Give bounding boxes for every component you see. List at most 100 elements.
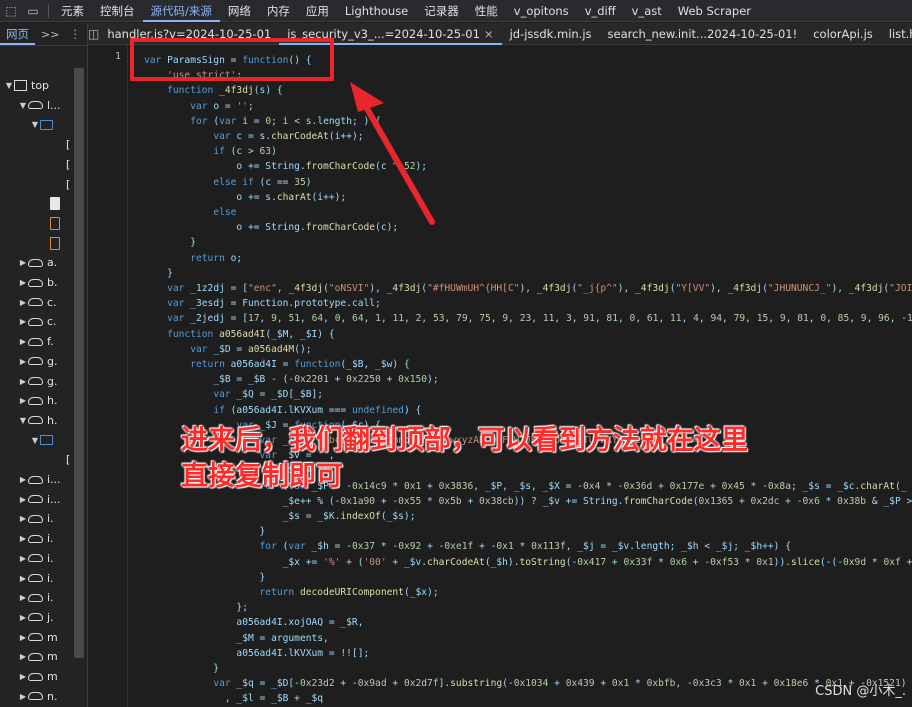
- code-line[interactable]: }: [144, 266, 173, 281]
- code-line[interactable]: o += s.charAt(i++);: [144, 190, 346, 205]
- code-line[interactable]: var _2jedj = [17, 9, 51, 64, 0, 64, 1, 1…: [144, 311, 912, 326]
- code-line[interactable]: function _4f3dj(s) {: [144, 83, 283, 98]
- chevron-right-icon[interactable]: ▶: [18, 514, 28, 523]
- tree-item[interactable]: ▶ i.: [18, 588, 54, 607]
- tree-item[interactable]: ▼ h.: [18, 411, 58, 430]
- chevron-right-icon[interactable]: ▶: [18, 278, 28, 287]
- code-line[interactable]: _$e++ % (-0x1a90 + -0x55 * 0x5b + 0x38cb…: [144, 494, 912, 509]
- chevron-right-icon[interactable]: ▶: [18, 574, 28, 583]
- tree-item[interactable]: ▶ m: [18, 667, 58, 686]
- tab-9[interactable]: v_opitons: [506, 0, 577, 22]
- tree-item[interactable]: ▶ f.: [18, 332, 54, 351]
- chevron-down-icon[interactable]: ▼: [30, 120, 40, 129]
- chevron-right-icon[interactable]: ▶: [18, 613, 28, 622]
- code-line[interactable]: else: [144, 205, 236, 220]
- tree-item[interactable]: ▶ i.: [18, 549, 54, 568]
- tab-3[interactable]: 网络: [220, 0, 259, 22]
- chevron-right-icon[interactable]: ▶: [18, 258, 28, 267]
- code-line[interactable]: var _$Q = _$D[_$B];: [144, 387, 323, 402]
- code-line[interactable]: return decodeURIComponent(_$x);: [144, 585, 439, 600]
- code-line[interactable]: var _1z2dj = ["enc", _4f3dj("oNSVI"), _4…: [144, 281, 912, 296]
- chevron-right-icon[interactable]: ▶: [18, 317, 28, 326]
- chevron-right-icon[interactable]: ▶: [18, 593, 28, 602]
- tree-item[interactable]: ▶ a.: [18, 253, 57, 272]
- more-tabs-button[interactable]: >>: [41, 28, 59, 41]
- tab-8[interactable]: 性能: [467, 0, 506, 22]
- code-line[interactable]: var _$D = a056ad4M();: [144, 342, 311, 357]
- tree-item[interactable]: ▼ top: [4, 76, 49, 95]
- code-line[interactable]: }: [144, 524, 266, 539]
- code-line[interactable]: o += String.fromCharCode(c);: [144, 220, 398, 235]
- chevron-right-icon[interactable]: ▶: [18, 475, 28, 484]
- tab-12[interactable]: Web Scraper: [670, 0, 759, 22]
- code-line[interactable]: return a056ad4I = function(_$B, _$w) {: [144, 357, 410, 372]
- tab-10[interactable]: v_diff: [577, 0, 624, 22]
- code-line[interactable]: o += String.fromCharCode(c ^ 52);: [144, 159, 427, 174]
- code-line[interactable]: , _$l = _$B + _$q: [144, 691, 323, 706]
- chevron-down-icon[interactable]: ▼: [18, 101, 28, 110]
- chevron-right-icon[interactable]: ▶: [18, 396, 28, 405]
- code-line[interactable]: for (var _$h = -0x37 * -0x92 + -0xe1f + …: [144, 539, 791, 554]
- tree-item[interactable]: [40, 234, 64, 253]
- code-line[interactable]: var _$q = _$D[-0x23d2 + -0x9ad + 0x2d7f]…: [144, 676, 906, 691]
- file-tab[interactable]: search_new.init...2024-10-25-01!: [600, 23, 806, 45]
- chevron-right-icon[interactable]: ▶: [18, 495, 28, 504]
- code-line[interactable]: for (var i = 0; i < s.length; ) {: [144, 114, 381, 129]
- code-line[interactable]: _$M = arguments,: [144, 631, 328, 646]
- code-line[interactable]: else if (c == 35): [144, 175, 311, 190]
- navigator-scrollbar[interactable]: [74, 68, 84, 658]
- tree-item[interactable]: ▶ g.: [18, 352, 58, 371]
- tree-item[interactable]: ▶ c.: [18, 293, 57, 312]
- file-tab[interactable]: jd-jssdk.min.js: [502, 23, 600, 45]
- chevron-right-icon[interactable]: ▶: [18, 652, 28, 661]
- chevron-right-icon[interactable]: ▶: [18, 357, 28, 366]
- tree-item[interactable]: ▶ h.: [18, 391, 58, 410]
- device-toggle-icon[interactable]: ▭: [22, 0, 44, 22]
- tree-item[interactable]: [: [52, 175, 70, 194]
- tree-item[interactable]: ▼: [30, 431, 57, 450]
- code-line[interactable]: _$s = _$K.indexOf(_$s);: [144, 509, 416, 524]
- tree-item[interactable]: [40, 214, 64, 233]
- chevron-right-icon[interactable]: ▶: [18, 554, 28, 563]
- code-line[interactable]: var _3esdj = Function.prototype.call;: [144, 296, 381, 311]
- chevron-right-icon[interactable]: ▶: [18, 377, 28, 386]
- code-line[interactable]: if (a056ad4I.lKVXum === undefined) {: [144, 403, 421, 418]
- tab-page[interactable]: 网页: [0, 23, 35, 45]
- tree-item[interactable]: [: [52, 135, 70, 154]
- tab-7[interactable]: 记录器: [416, 0, 467, 22]
- tree-item[interactable]: ▼ l...: [18, 96, 61, 115]
- chevron-right-icon[interactable]: ▶: [18, 633, 28, 642]
- more-options-icon[interactable]: ⋮: [69, 27, 81, 41]
- tree-item[interactable]: ▶ c.: [18, 312, 57, 331]
- tree-item[interactable]: [40, 194, 64, 213]
- inspect-element-icon[interactable]: ⬚: [0, 0, 22, 22]
- tab-4[interactable]: 内存: [259, 0, 298, 22]
- tree-item[interactable]: [: [52, 450, 70, 469]
- tree-item[interactable]: ▶ i...: [18, 470, 61, 489]
- tree-item[interactable]: ▶ i.: [18, 529, 54, 548]
- code-line[interactable]: _$B = _$B - (-0x2201 + 0x2250 + 0x150);: [144, 372, 438, 387]
- code-line[interactable]: };: [144, 600, 248, 615]
- tree-item[interactable]: ▶ m: [18, 647, 58, 666]
- code-line[interactable]: _$x += '%' + ('00' + _$v.charCodeAt(_$h)…: [144, 555, 912, 570]
- tree-item[interactable]: ▶ j.: [18, 608, 54, 627]
- tree-item[interactable]: ▶ g.: [18, 372, 58, 391]
- tree-item[interactable]: ▶ b.: [18, 273, 58, 292]
- tree-item[interactable]: ▶ i.: [18, 569, 54, 588]
- tab-6[interactable]: Lighthouse: [337, 0, 416, 22]
- file-tab[interactable]: colorApi.js: [805, 23, 881, 45]
- code-line[interactable]: a056ad4I.xojOAQ = _$R,: [144, 615, 363, 630]
- close-icon[interactable]: ×: [484, 27, 494, 41]
- tab-2[interactable]: 源代码/来源: [142, 0, 220, 22]
- chevron-down-icon[interactable]: ▼: [18, 416, 28, 425]
- tab-1[interactable]: 控制台: [92, 0, 143, 22]
- file-tab[interactable]: list.h: [881, 23, 912, 45]
- chevron-right-icon[interactable]: ▶: [18, 692, 28, 701]
- code-line[interactable]: }: [144, 661, 219, 676]
- chevron-right-icon[interactable]: ▶: [18, 298, 28, 307]
- tab-11[interactable]: v_ast: [624, 0, 670, 22]
- chevron-right-icon[interactable]: ▶: [18, 337, 28, 346]
- toggle-navigator-icon[interactable]: ◫: [88, 23, 99, 45]
- tree-item[interactable]: ▼: [30, 115, 57, 134]
- tree-item[interactable]: [: [52, 155, 70, 174]
